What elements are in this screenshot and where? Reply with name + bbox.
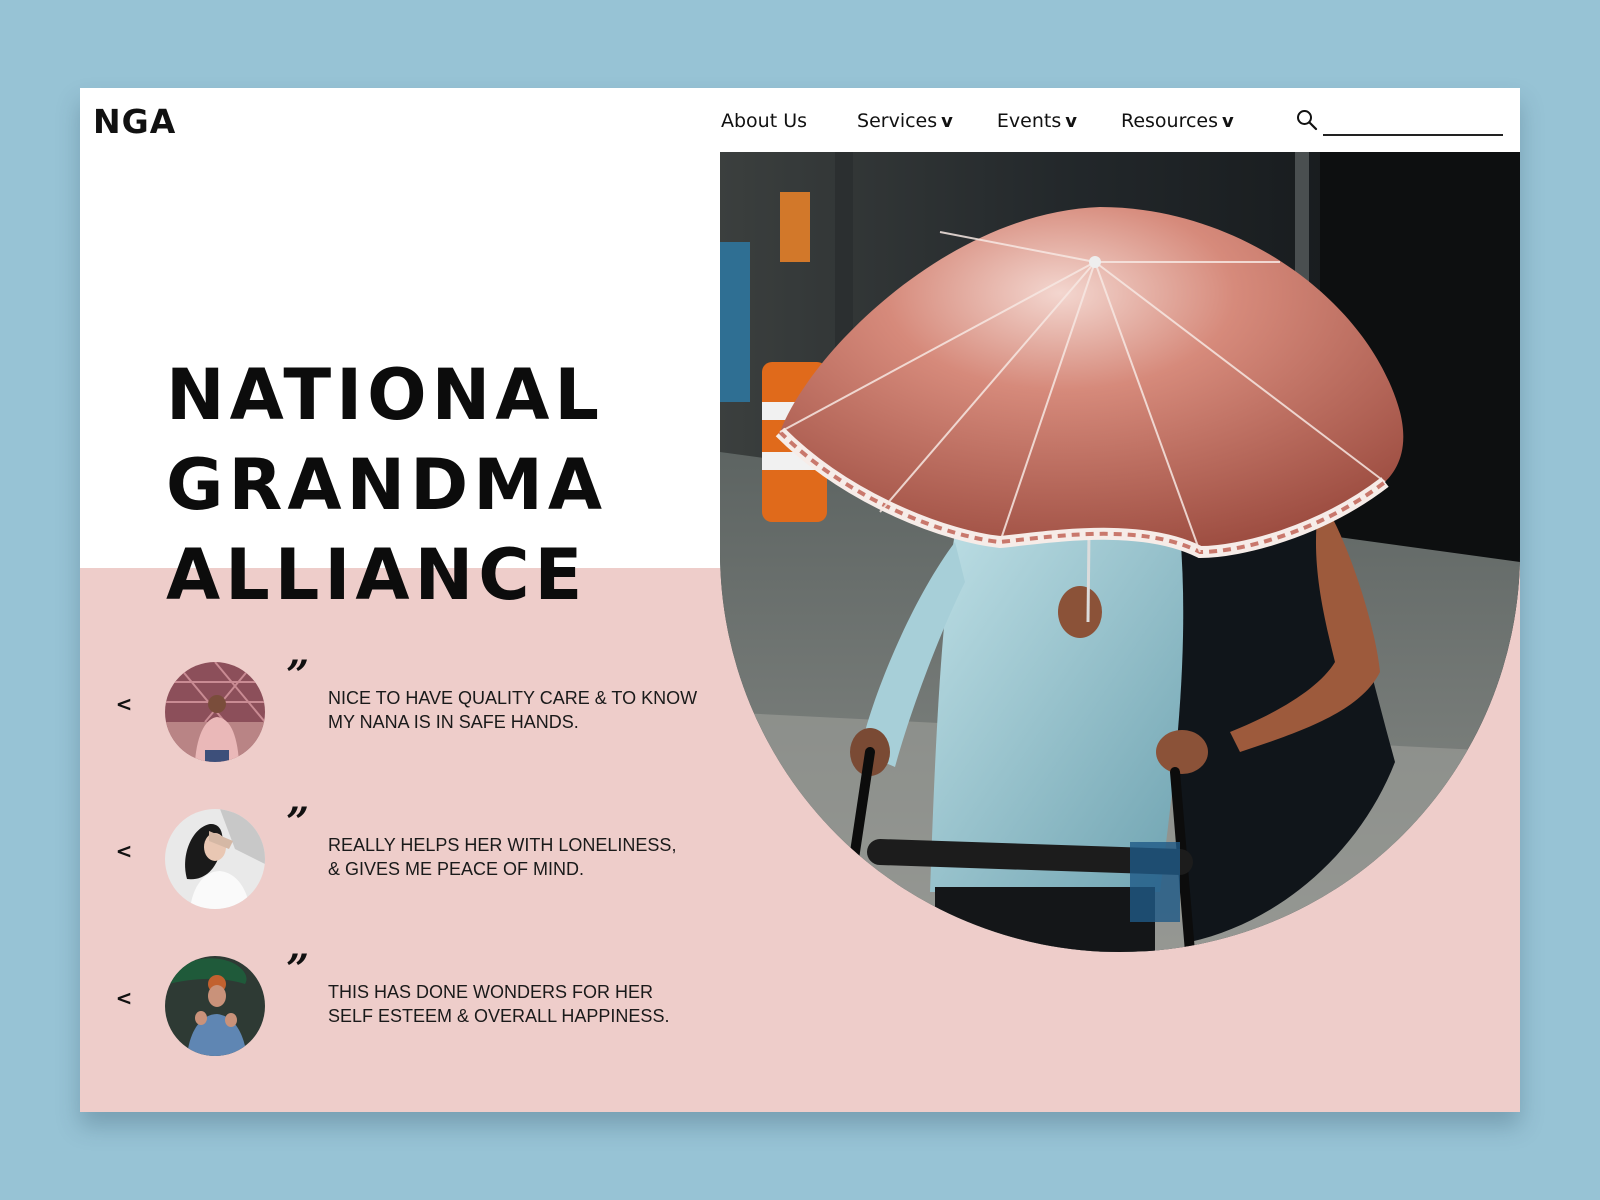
testimonial-item: < ” NICE TO HAVE QUALITY CARE & TO KNOW	[80, 656, 720, 766]
main-nav: About Us Services v Events v Resources v	[721, 106, 1234, 136]
chevron-down-icon: v	[1065, 110, 1077, 132]
quote-mark: ”	[286, 652, 310, 699]
avatar-woman-pink-sweater	[165, 662, 265, 762]
avatar	[165, 956, 265, 1056]
testimonial-text: NICE TO HAVE QUALITY CARE & TO KNOW MY N…	[328, 686, 718, 734]
avatar	[165, 809, 265, 909]
nav-resources[interactable]: Resources v	[1121, 110, 1234, 132]
hero-photo	[720, 152, 1520, 952]
search-bar	[1295, 108, 1505, 138]
testimonial-line: NICE TO HAVE QUALITY CARE & TO KNOW	[328, 688, 698, 708]
prev-arrow-button[interactable]: <	[114, 986, 134, 1010]
testimonial-text: REALLY HELPS HER WITH LONELINESS, & GIVE…	[328, 833, 718, 881]
testimonial-line: SELF ESTEEM & OVERALL HAPPINESS.	[328, 1006, 670, 1026]
hero-title: NATIONAL GRANDMA ALLIANCE	[166, 350, 607, 620]
logo[interactable]: NGA	[93, 102, 176, 142]
prev-arrow-button[interactable]: <	[114, 839, 134, 863]
chevron-down-icon: v	[941, 110, 953, 132]
nav-services-label: Services	[857, 110, 938, 132]
nav-events[interactable]: Events v	[997, 110, 1077, 132]
chevron-down-icon: v	[1222, 110, 1234, 132]
hero-title-line: GRANDMA	[166, 444, 608, 526]
page-card: NGA About Us Services v Events v Resourc…	[80, 88, 1520, 1112]
umbrella-photo-illustration	[720, 152, 1520, 952]
testimonial-line: THIS HAS DONE WONDERS FOR HER	[328, 982, 654, 1002]
search-icon[interactable]	[1295, 108, 1319, 132]
hero-title-line: ALLIANCE	[166, 534, 588, 616]
nav-about-us-label: About Us	[721, 110, 808, 132]
prev-arrow-button[interactable]: <	[114, 692, 134, 716]
nav-events-label: Events	[996, 110, 1062, 132]
testimonial-line: REALLY HELPS HER WITH LONELINESS,	[328, 835, 677, 855]
avatar	[165, 662, 265, 762]
avatar-woman-green-umbrella	[165, 956, 265, 1056]
search-input[interactable]	[1323, 110, 1503, 136]
testimonial-item: < ” REALLY HELPS HER WITH LONELINESS, & …	[80, 803, 720, 913]
hero-title-line: NATIONAL	[166, 354, 604, 436]
nav-about-us[interactable]: About Us	[721, 110, 807, 132]
testimonial-item: < ” THIS HAS DONE WONDERS FOR HER SELF E…	[80, 950, 720, 1060]
quote-mark: ”	[286, 946, 310, 993]
testimonial-line: MY NANA IS IN SAFE HANDS.	[328, 712, 579, 732]
nav-resources-label: Resources	[1120, 110, 1219, 132]
testimonial-line: & GIVES ME PEACE OF MIND.	[328, 859, 585, 879]
nav-services[interactable]: Services v	[857, 110, 953, 132]
quote-mark: ”	[286, 799, 310, 846]
testimonial-text: THIS HAS DONE WONDERS FOR HER SELF ESTEE…	[328, 980, 718, 1028]
avatar-woman-white-shirt	[165, 809, 265, 909]
